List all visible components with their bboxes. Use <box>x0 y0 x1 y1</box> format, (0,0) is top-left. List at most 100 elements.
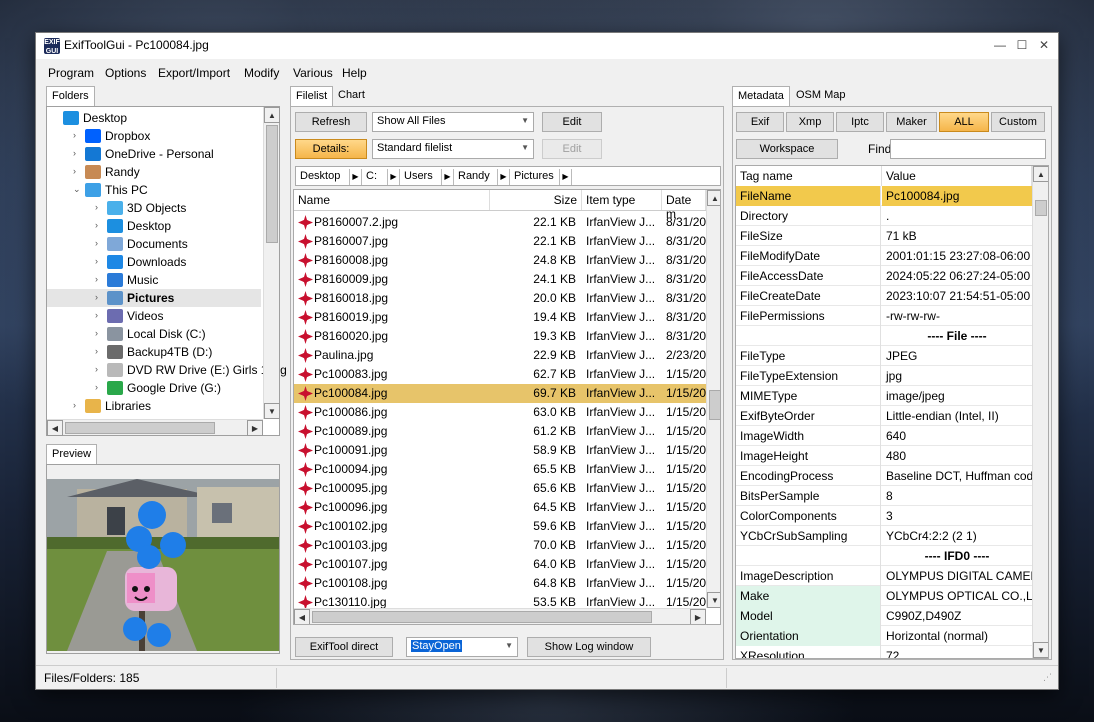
tree-item[interactable]: › Google Drive (G:) <box>47 379 261 397</box>
tree-item[interactable]: Desktop <box>47 109 261 127</box>
tab-chart[interactable]: Chart <box>333 86 370 106</box>
metadata-section-header[interactable]: ---- IFD0 ---- <box>736 546 1032 566</box>
metadata-row[interactable]: ExifByteOrder Little-endian (Intel, II) <box>736 406 1032 426</box>
tab-osm-map[interactable]: OSM Map <box>791 86 851 106</box>
tree-item[interactable]: › 3D Objects <box>47 199 261 217</box>
close-button[interactable]: ✕ <box>1036 37 1052 53</box>
scroll-left-icon[interactable]: ◀ <box>47 420 63 436</box>
file-row[interactable]: Pc100096.jpg 64.5 KB IrfanView J... 1/15/20 <box>294 498 706 517</box>
tree-item[interactable]: › Pictures <box>47 289 261 307</box>
column-header[interactable]: Size <box>490 190 582 210</box>
file-row[interactable]: Pc100102.jpg 59.6 KB IrfanView J... 1/15/20 <box>294 517 706 536</box>
file-row[interactable]: P8160008.jpg 24.8 KB IrfanView J... 8/31/20 <box>294 251 706 270</box>
metadata-row[interactable]: FileModifyDate 2001:01:15 23:27:08-06:00 <box>736 246 1032 266</box>
details-button[interactable]: Details: <box>295 139 367 159</box>
exiftool-direct-button[interactable]: ExifTool direct <box>295 637 393 657</box>
file-row[interactable]: P8160018.jpg 20.0 KB IrfanView J... 8/31/20 <box>294 289 706 308</box>
tree-horizontal-scrollbar[interactable]: ◀ ▶ <box>47 419 263 436</box>
file-row[interactable]: Pc100103.jpg 70.0 KB IrfanView J... 1/15/20 <box>294 536 706 555</box>
metadata-row[interactable]: ImageWidth 640 <box>736 426 1032 446</box>
file-row[interactable]: P8160009.jpg 24.1 KB IrfanView J... 8/31/20 <box>294 270 706 289</box>
menu-modify[interactable]: Modify <box>244 66 279 80</box>
file-row[interactable]: Pc100084.jpg 69.7 KB IrfanView J... 1/15/20 <box>294 384 706 403</box>
filter-custom-button[interactable]: Custom <box>991 112 1045 132</box>
chevron-icon[interactable]: › <box>95 346 103 356</box>
chevron-icon[interactable]: › <box>95 256 103 266</box>
filter-exif-button[interactable]: Exif <box>736 112 784 132</box>
file-row[interactable]: P8160007.2.jpg 22.1 KB IrfanView J... 8/31/… <box>294 213 706 232</box>
breadcrumb-item[interactable]: Randy <box>454 169 498 185</box>
scroll-down-icon[interactable]: ▼ <box>707 592 720 608</box>
chevron-icon[interactable]: › <box>95 310 103 320</box>
metadata-vertical-scrollbar[interactable]: ▲ ▼ <box>1032 166 1048 658</box>
file-row[interactable]: Pc100083.jpg 62.7 KB IrfanView J... 1/15/20 <box>294 365 706 384</box>
filelist-mode-select[interactable]: Standard filelist ▼ <box>372 139 534 159</box>
filter-all-button[interactable]: ALL <box>939 112 989 132</box>
scroll-thumb[interactable] <box>266 125 278 243</box>
tree-item[interactable]: › Local Disk (C:) <box>47 325 261 343</box>
metadata-row[interactable]: EncodingProcess Baseline DCT, Huffman cod… <box>736 466 1032 486</box>
metadata-row[interactable]: ImageHeight 480 <box>736 446 1032 466</box>
menu-various[interactable]: Various <box>293 66 333 80</box>
chevron-icon[interactable]: ⌄ <box>73 184 81 195</box>
scroll-thumb[interactable] <box>65 422 215 434</box>
workspace-button[interactable]: Workspace <box>736 139 838 159</box>
scroll-right-icon[interactable]: ▶ <box>690 609 706 624</box>
scroll-left-icon[interactable]: ◀ <box>294 609 310 624</box>
chevron-icon[interactable]: › <box>95 382 103 392</box>
breadcrumb-item[interactable]: Pictures <box>510 169 560 185</box>
metadata-row[interactable]: FileAccessDate 2024:05:22 06:27:24-05:00 <box>736 266 1032 286</box>
chevron-icon[interactable]: › <box>73 130 81 140</box>
metadata-row[interactable]: Orientation Horizontal (normal) <box>736 626 1032 646</box>
menu-export-import[interactable]: Export/Import <box>158 66 230 80</box>
metadata-row[interactable]: BitsPerSample 8 <box>736 486 1032 506</box>
metadata-row[interactable]: ImageDescription OLYMPUS DIGITAL CAMERA <box>736 566 1032 586</box>
breadcrumb-item[interactable]: Users <box>400 169 442 185</box>
chevron-icon[interactable]: › <box>95 364 103 374</box>
scroll-right-icon[interactable]: ▶ <box>247 420 263 436</box>
column-header[interactable]: Name <box>294 190 490 210</box>
chevron-icon[interactable]: › <box>95 238 103 248</box>
metadata-row[interactable]: FileType JPEG <box>736 346 1032 366</box>
breadcrumb-arrow-icon[interactable]: ▶ <box>560 169 572 185</box>
tree-vertical-scrollbar[interactable]: ▲ ▼ <box>263 107 280 419</box>
file-row[interactable]: Pc100107.jpg 64.0 KB IrfanView J... 1/15/20 <box>294 555 706 574</box>
tab-metadata[interactable]: Metadata <box>732 86 790 106</box>
chevron-icon[interactable]: › <box>95 328 103 338</box>
metadata-row[interactable]: Model C990Z,D490Z <box>736 606 1032 626</box>
scroll-up-icon[interactable]: ▲ <box>264 107 280 123</box>
scroll-up-icon[interactable]: ▲ <box>707 190 720 206</box>
scroll-thumb[interactable] <box>312 611 652 623</box>
chevron-icon[interactable]: › <box>95 274 103 284</box>
tab-filelist[interactable]: Filelist <box>290 86 334 106</box>
menu-program[interactable]: Program <box>48 66 94 80</box>
metadata-row[interactable]: FileName Pc100084.jpg <box>736 186 1032 206</box>
breadcrumb-arrow-icon[interactable]: ▶ <box>350 169 362 185</box>
show-log-button[interactable]: Show Log window <box>527 637 651 657</box>
tree-item[interactable]: › Downloads <box>47 253 261 271</box>
file-row[interactable]: Pc100091.jpg 58.9 KB IrfanView J... 1/15/20 <box>294 441 706 460</box>
menu-options[interactable]: Options <box>105 66 146 80</box>
breadcrumb-arrow-icon[interactable]: ▶ <box>498 169 510 185</box>
metadata-row[interactable]: ColorComponents 3 <box>736 506 1032 526</box>
metadata-row[interactable]: FileCreateDate 2023:10:07 21:54:51-05:00 <box>736 286 1032 306</box>
refresh-button[interactable]: Refresh <box>295 112 367 132</box>
resize-grip-icon[interactable]: ⋰ <box>1043 672 1052 683</box>
file-row[interactable]: P8160007.jpg 22.1 KB IrfanView J... 8/31/20 <box>294 232 706 251</box>
column-header[interactable]: Date m <box>662 190 706 221</box>
filelist-vertical-scrollbar[interactable]: ▲ ▼ <box>706 190 720 608</box>
filter-xmp-button[interactable]: Xmp <box>786 112 834 132</box>
file-row[interactable]: P8160019.jpg 19.4 KB IrfanView J... 8/31/20 <box>294 308 706 327</box>
title-bar[interactable]: EXIF GUI ExifToolGui - Pc100084.jpg — ☐ ✕ <box>36 33 1058 59</box>
column-header[interactable]: Item type <box>582 190 662 210</box>
scroll-thumb[interactable] <box>1035 200 1047 216</box>
filter-maker-button[interactable]: Maker <box>886 112 937 132</box>
breadcrumb-arrow-icon[interactable]: ▶ <box>388 169 400 185</box>
tree-item[interactable]: › Dropbox <box>47 127 261 145</box>
find-input[interactable] <box>890 139 1046 159</box>
file-row[interactable]: Pc100108.jpg 64.8 KB IrfanView J... 1/15/20 <box>294 574 706 593</box>
metadata-row[interactable]: Directory. <box>736 206 1032 226</box>
tree-item[interactable]: › OneDrive - Personal <box>47 145 261 163</box>
file-row[interactable]: Pc100095.jpg 65.6 KB IrfanView J... 1/15/20 <box>294 479 706 498</box>
chevron-icon[interactable]: › <box>73 148 81 158</box>
